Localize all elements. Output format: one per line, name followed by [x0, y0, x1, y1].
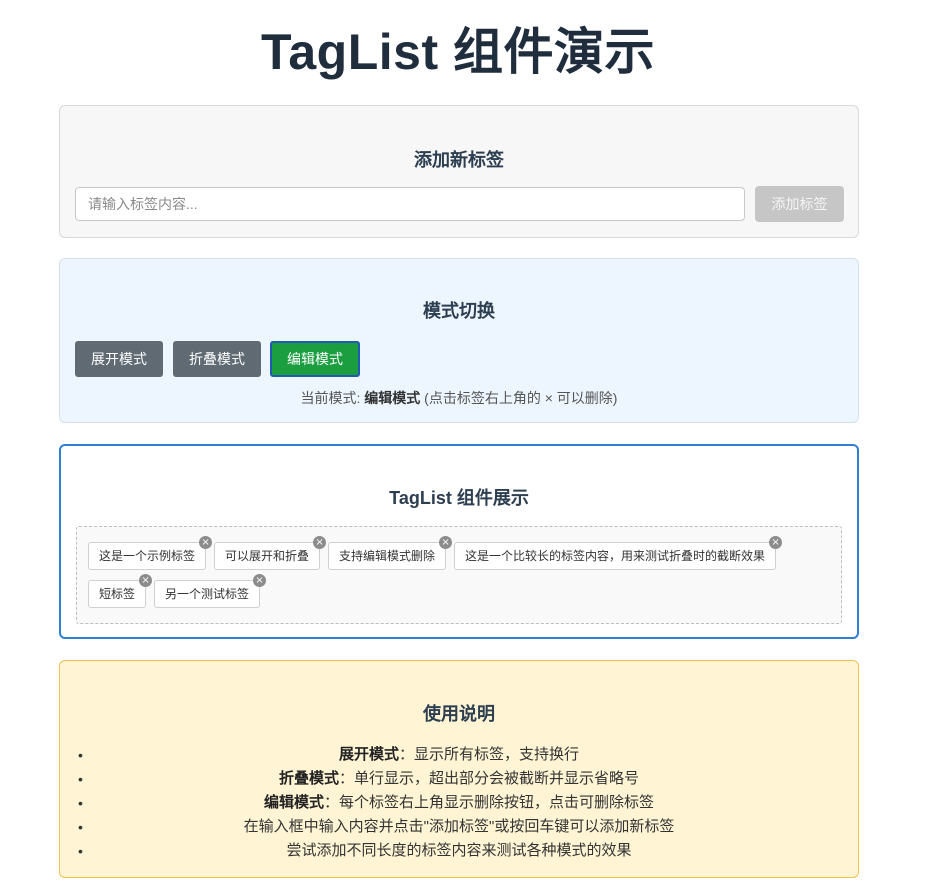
usage-item: • 展开模式：显示所有标签，支持换行	[60, 743, 858, 767]
tag-item[interactable]: 可以展开和折叠 ×	[214, 536, 327, 570]
collapse-mode-button[interactable]: 折叠模式	[173, 341, 261, 377]
usage-item: • 在输入框中输入内容并点击"添加标签"或按回车键可以添加新标签	[60, 815, 858, 839]
tag-label: 可以展开和折叠	[225, 549, 310, 563]
tag-label: 另一个测试标签	[165, 587, 250, 601]
usage-item-bold: 编辑模式	[263, 794, 324, 811]
tag-item[interactable]: 支持编辑模式删除 ×	[328, 536, 453, 570]
status-prefix: 当前模式:	[300, 390, 365, 406]
usage-heading: 使用说明	[423, 704, 495, 724]
expand-mode-button[interactable]: 展开模式	[75, 341, 163, 377]
tag-close-icon[interactable]: ×	[439, 536, 453, 549]
usage-list: • 展开模式：显示所有标签，支持换行 • 折叠模式：单行显示，超出部分会被截断并…	[60, 743, 858, 863]
tag-list: 这是一个示例标签 × 可以展开和折叠 × 支持编辑模式删除 × 这是一个比较长的…	[76, 526, 842, 624]
tag-item[interactable]: 短标签 ×	[88, 574, 153, 608]
usage-item-text: ：单行显示，超出部分会被截断并显示省略号	[339, 770, 640, 787]
tag-label: 短标签	[99, 587, 136, 601]
usage-item-bold: 折叠模式	[278, 770, 339, 787]
tag-close-icon[interactable]: ×	[769, 536, 783, 549]
mode-switch-heading: 模式切换	[423, 301, 495, 321]
bullet-icon: •	[78, 843, 83, 859]
usage-instructions-section: 使用说明 • 展开模式：显示所有标签，支持换行 • 折叠模式：单行显示，超出部分…	[59, 660, 859, 878]
usage-item-text: ：显示所有标签，支持换行	[399, 746, 580, 763]
add-tag-heading: 添加新标签	[414, 150, 504, 170]
bullet-icon: •	[78, 795, 83, 811]
bullet-icon: •	[78, 747, 83, 763]
tag-label: 这是一个比较长的标签内容，用来测试折叠时的截断效果	[465, 549, 766, 563]
bullet-icon: •	[78, 819, 83, 835]
tag-item[interactable]: 另一个测试标签 ×	[154, 574, 267, 608]
tag-item[interactable]: 这是一个示例标签 ×	[88, 536, 213, 570]
usage-item-text: 在输入框中输入内容并点击"添加标签"或按回车键可以添加新标签	[243, 818, 675, 835]
tag-label: 这是一个示例标签	[99, 549, 196, 563]
usage-item: • 尝试添加不同长度的标签内容来测试各种模式的效果	[60, 839, 858, 863]
add-tag-section: 添加新标签 添加标签	[59, 105, 859, 238]
usage-item-bold: 展开模式	[338, 746, 399, 763]
tag-close-icon[interactable]: ×	[199, 536, 213, 549]
tag-close-icon[interactable]: ×	[253, 574, 267, 587]
page-title: TagList 组件演示	[261, 24, 655, 80]
tag-close-icon[interactable]: ×	[139, 574, 153, 587]
status-suffix: (点击标签右上角的 × 可以删除)	[420, 390, 618, 406]
current-mode-status: 当前模式: 编辑模式 (点击标签右上角的 × 可以删除)	[60, 388, 858, 408]
bullet-icon: •	[78, 771, 83, 787]
tag-input[interactable]	[75, 187, 745, 221]
usage-item: • 折叠模式：单行显示，超出部分会被截断并显示省略号	[60, 767, 858, 791]
taglist-heading: TagList 组件展示	[389, 488, 529, 508]
usage-item-text: 尝试添加不同长度的标签内容来测试各种模式的效果	[286, 842, 632, 859]
usage-item-text: ：每个标签右上角显示删除按钮，点击可删除标签	[324, 794, 655, 811]
status-mode: 编辑模式	[364, 390, 421, 406]
tag-close-icon[interactable]: ×	[313, 536, 327, 549]
add-tag-button[interactable]: 添加标签	[755, 186, 844, 222]
mode-switch-section: 模式切换 展开模式 折叠模式 编辑模式 当前模式: 编辑模式 (点击标签右上角的…	[59, 258, 859, 423]
edit-mode-button[interactable]: 编辑模式	[270, 341, 360, 377]
tag-label: 支持编辑模式删除	[339, 549, 436, 563]
tag-item[interactable]: 这是一个比较长的标签内容，用来测试折叠时的截断效果 ×	[454, 536, 783, 570]
taglist-section: TagList 组件展示 这是一个示例标签 × 可以展开和折叠 × 支持编辑模式…	[59, 444, 859, 639]
usage-item: • 编辑模式：每个标签右上角显示删除按钮，点击可删除标签	[60, 791, 858, 815]
